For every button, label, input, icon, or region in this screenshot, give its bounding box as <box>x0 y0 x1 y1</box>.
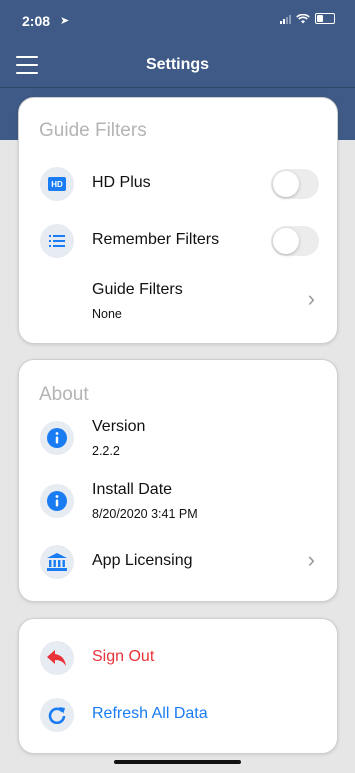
chevron-right-icon: › <box>307 286 315 311</box>
location-arrow-icon: ➤ <box>60 15 70 27</box>
install-date-row: Install Date 8/20/2020 3:41 PM <box>19 481 337 525</box>
about-card: About Version 2.2.2 Install Date 8/20/20… <box>18 359 338 602</box>
info-icon-circle <box>40 484 74 518</box>
reply-arrow-icon <box>47 650 66 666</box>
signal-icon <box>280 14 291 24</box>
refresh-icon-circle <box>40 698 74 732</box>
app-licensing-label: App Licensing <box>92 552 193 569</box>
guide-filters-value: None <box>92 307 122 321</box>
bank-icon <box>47 553 67 571</box>
hd-icon: HD <box>48 177 66 191</box>
remember-filters-row: Remember Filters <box>19 224 337 258</box>
guide-filters-row[interactable]: Guide Filters None › <box>19 278 337 322</box>
guide-filters-card: Guide Filters HD HD Plus Remember Filter… <box>18 97 338 344</box>
battery-icon <box>315 13 335 24</box>
list-icon <box>49 235 65 247</box>
chevron-right-icon: › <box>307 547 315 572</box>
version-value: 2.2.2 <box>92 444 120 458</box>
refresh-row[interactable]: Refresh All Data <box>19 698 337 732</box>
toggle-knob <box>273 171 299 197</box>
actions-card: Sign Out Refresh All Data <box>18 618 338 754</box>
remember-filters-label: Remember Filters <box>92 231 220 248</box>
wifi-icon <box>296 13 310 23</box>
sign-out-row[interactable]: Sign Out <box>19 641 337 675</box>
section-title-about: About <box>39 384 89 405</box>
install-date-label: Install Date <box>92 481 173 498</box>
app-licensing-row[interactable]: App Licensing › <box>19 544 337 580</box>
nav-divider <box>0 87 355 88</box>
hd-plus-toggle[interactable] <box>271 169 319 199</box>
status-bar: 2:08 ➤ <box>0 0 355 34</box>
section-title-guide-filters: Guide Filters <box>39 120 147 141</box>
install-date-value: 8/20/2020 3:41 PM <box>92 507 198 521</box>
hd-icon-circle: HD <box>40 167 74 201</box>
refresh-label: Refresh All Data <box>92 705 208 722</box>
remember-filters-toggle[interactable] <box>271 226 319 256</box>
home-indicator <box>114 760 241 764</box>
reply-icon-circle <box>40 641 74 675</box>
status-time: 2:08 <box>22 13 51 29</box>
info-icon-circle <box>40 421 74 455</box>
list-icon-circle <box>40 224 74 258</box>
status-right-icons <box>280 13 335 24</box>
toggle-knob <box>273 228 299 254</box>
refresh-icon <box>48 707 66 724</box>
page-title: Settings <box>145 56 210 73</box>
hd-plus-row: HD HD Plus <box>19 167 337 201</box>
info-icon <box>47 428 67 448</box>
hd-plus-label: HD Plus <box>92 174 151 191</box>
nav-bar: Settings <box>0 44 355 88</box>
version-row: Version 2.2.2 <box>19 418 337 462</box>
guide-filters-label: Guide Filters <box>92 281 183 298</box>
bank-icon-circle <box>40 545 74 579</box>
sign-out-label: Sign Out <box>92 648 155 665</box>
info-icon <box>47 491 67 511</box>
version-label: Version <box>92 418 146 435</box>
